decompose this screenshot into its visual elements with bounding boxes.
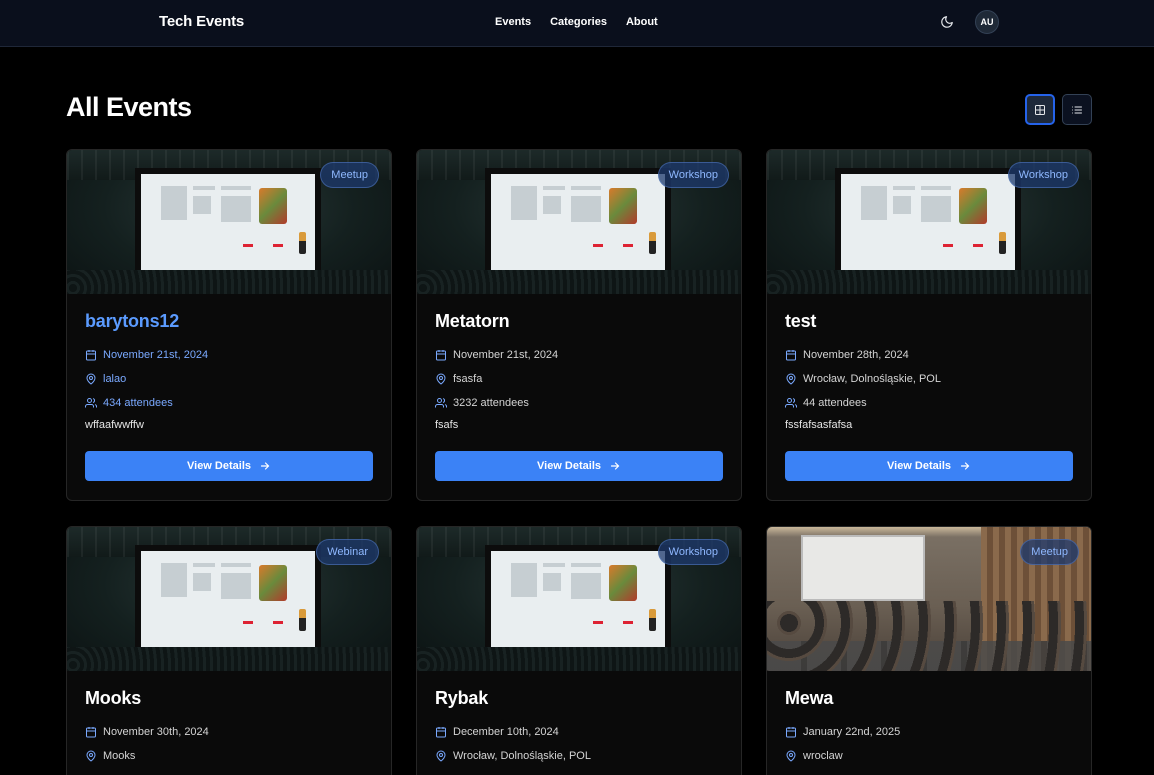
- brand-logo[interactable]: Tech Events: [159, 13, 244, 30]
- event-date: December 10th, 2024: [435, 724, 723, 739]
- list-icon: [1072, 106, 1082, 113]
- grid-icon: [1035, 104, 1045, 115]
- event-date-text: December 10th, 2024: [453, 725, 559, 738]
- event-image: Workshop: [417, 150, 741, 294]
- event-date: January 22nd, 2025: [785, 724, 1073, 739]
- event-card[interactable]: Workshop Metatorn November 21st, 2024 fsasf…: [416, 149, 742, 501]
- event-title[interactable]: Mewa: [785, 688, 1073, 710]
- top-navbar: Tech Events Events Categories About AU: [0, 0, 1154, 47]
- view-details-button[interactable]: View Details: [85, 451, 373, 481]
- event-image: Meetup: [767, 527, 1091, 671]
- event-location: Wrocław, Dolnośląskie, POL: [785, 371, 1073, 386]
- theme-toggle-button[interactable]: [937, 12, 957, 32]
- users-icon: [435, 397, 447, 407]
- event-date-text: November 21st, 2024: [453, 348, 559, 361]
- event-location: fsasfa: [435, 371, 723, 386]
- calendar-icon: [86, 349, 96, 360]
- map-pin-icon: [86, 373, 96, 385]
- users-icon: [785, 397, 797, 407]
- event-title[interactable]: Metatorn: [435, 311, 723, 333]
- event-date: November 28th, 2024: [785, 347, 1073, 362]
- event-description: fsafs: [435, 419, 459, 431]
- event-image: Workshop: [417, 527, 741, 671]
- map-pin-icon: [436, 750, 446, 762]
- event-date-text: November 28th, 2024: [803, 348, 909, 361]
- arrow-right-icon: [260, 462, 270, 470]
- main-nav: Events Categories About: [495, 16, 677, 28]
- map-pin-icon: [436, 373, 446, 385]
- calendar-icon: [786, 726, 796, 737]
- nav-link-events[interactable]: Events: [495, 16, 531, 28]
- event-date: November 21st, 2024: [85, 347, 373, 362]
- category-badge: Workshop: [1007, 162, 1079, 188]
- event-date-text: January 22nd, 2025: [803, 725, 901, 738]
- event-title[interactable]: Mooks: [85, 688, 373, 710]
- event-card[interactable]: Workshop test November 28th, 2024 Wrocław, …: [766, 149, 1092, 501]
- nav-link-about[interactable]: About: [626, 16, 658, 28]
- event-location: Wrocław, Dolnośląskie, POL: [435, 748, 723, 763]
- view-details-label: View Details: [187, 460, 251, 472]
- event-attendees-text: 434 attendees: [103, 396, 173, 409]
- event-card[interactable]: Meetup barytons12 November 21st, 2024 lalao…: [66, 149, 392, 501]
- calendar-icon: [436, 349, 446, 360]
- event-location-text: lalao: [103, 372, 127, 385]
- arrow-right-icon: [960, 462, 970, 470]
- users-icon: [85, 397, 97, 407]
- event-card[interactable]: Webinar Mooks November 30th, 2024 Mooks: [66, 526, 392, 775]
- event-description: fssfafsasfafsa: [785, 419, 853, 431]
- grid-view-button[interactable]: [1025, 94, 1055, 125]
- calendar-icon: [86, 726, 96, 737]
- event-card[interactable]: Workshop Rybak December 10th, 2024 Wrocław,…: [416, 526, 742, 775]
- event-location: lalao: [85, 371, 373, 386]
- view-details-label: View Details: [887, 460, 951, 472]
- map-pin-icon: [786, 373, 796, 385]
- event-image: Webinar: [67, 527, 391, 671]
- event-location-text: wroclaw: [803, 749, 843, 762]
- view-details-label: View Details: [537, 460, 601, 472]
- event-location: Mooks: [85, 748, 373, 763]
- event-attendees: 434 attendees: [85, 395, 373, 410]
- event-date-text: November 21st, 2024: [103, 348, 209, 361]
- event-location-text: Wrocław, Dolnośląskie, POL: [453, 749, 591, 762]
- event-title[interactable]: barytons12: [85, 311, 373, 333]
- arrow-right-icon: [610, 462, 620, 470]
- event-image: Workshop: [767, 150, 1091, 294]
- event-description: wffaafwwffw: [85, 419, 144, 431]
- category-badge: Meetup: [320, 162, 379, 188]
- nav-link-categories[interactable]: Categories: [550, 16, 607, 28]
- category-badge: Workshop: [657, 162, 729, 188]
- event-date: November 30th, 2024: [85, 724, 373, 739]
- event-title[interactable]: test: [785, 311, 1073, 333]
- view-details-button[interactable]: View Details: [435, 451, 723, 481]
- map-pin-icon: [786, 750, 796, 762]
- event-date: November 21st, 2024: [435, 347, 723, 362]
- category-badge: Workshop: [657, 539, 729, 565]
- event-title[interactable]: Rybak: [435, 688, 723, 710]
- map-pin-icon: [86, 750, 96, 762]
- event-card[interactable]: Meetup Mewa January 22nd, 2025 wroclaw: [766, 526, 1092, 775]
- moon-icon: [941, 16, 953, 28]
- event-location: wroclaw: [785, 748, 1073, 763]
- view-details-button[interactable]: View Details: [785, 451, 1073, 481]
- event-location-text: fsasfa: [453, 372, 483, 385]
- event-attendees: 44 attendees: [785, 395, 1073, 410]
- category-badge: Meetup: [1020, 539, 1079, 565]
- page-title: All Events: [66, 92, 192, 122]
- event-location-text: Mooks: [103, 749, 136, 762]
- event-attendees-text: 3232 attendees: [453, 396, 529, 409]
- calendar-icon: [786, 349, 796, 360]
- event-attendees: 3232 attendees: [435, 395, 723, 410]
- calendar-icon: [436, 726, 446, 737]
- event-date-text: November 30th, 2024: [103, 725, 209, 738]
- event-attendees-text: 44 attendees: [803, 396, 867, 409]
- user-avatar[interactable]: AU: [975, 10, 999, 34]
- list-view-button[interactable]: [1062, 94, 1092, 125]
- category-badge: Webinar: [316, 539, 379, 565]
- event-location-text: Wrocław, Dolnośląskie, POL: [803, 372, 941, 385]
- event-image: Meetup: [67, 150, 391, 294]
